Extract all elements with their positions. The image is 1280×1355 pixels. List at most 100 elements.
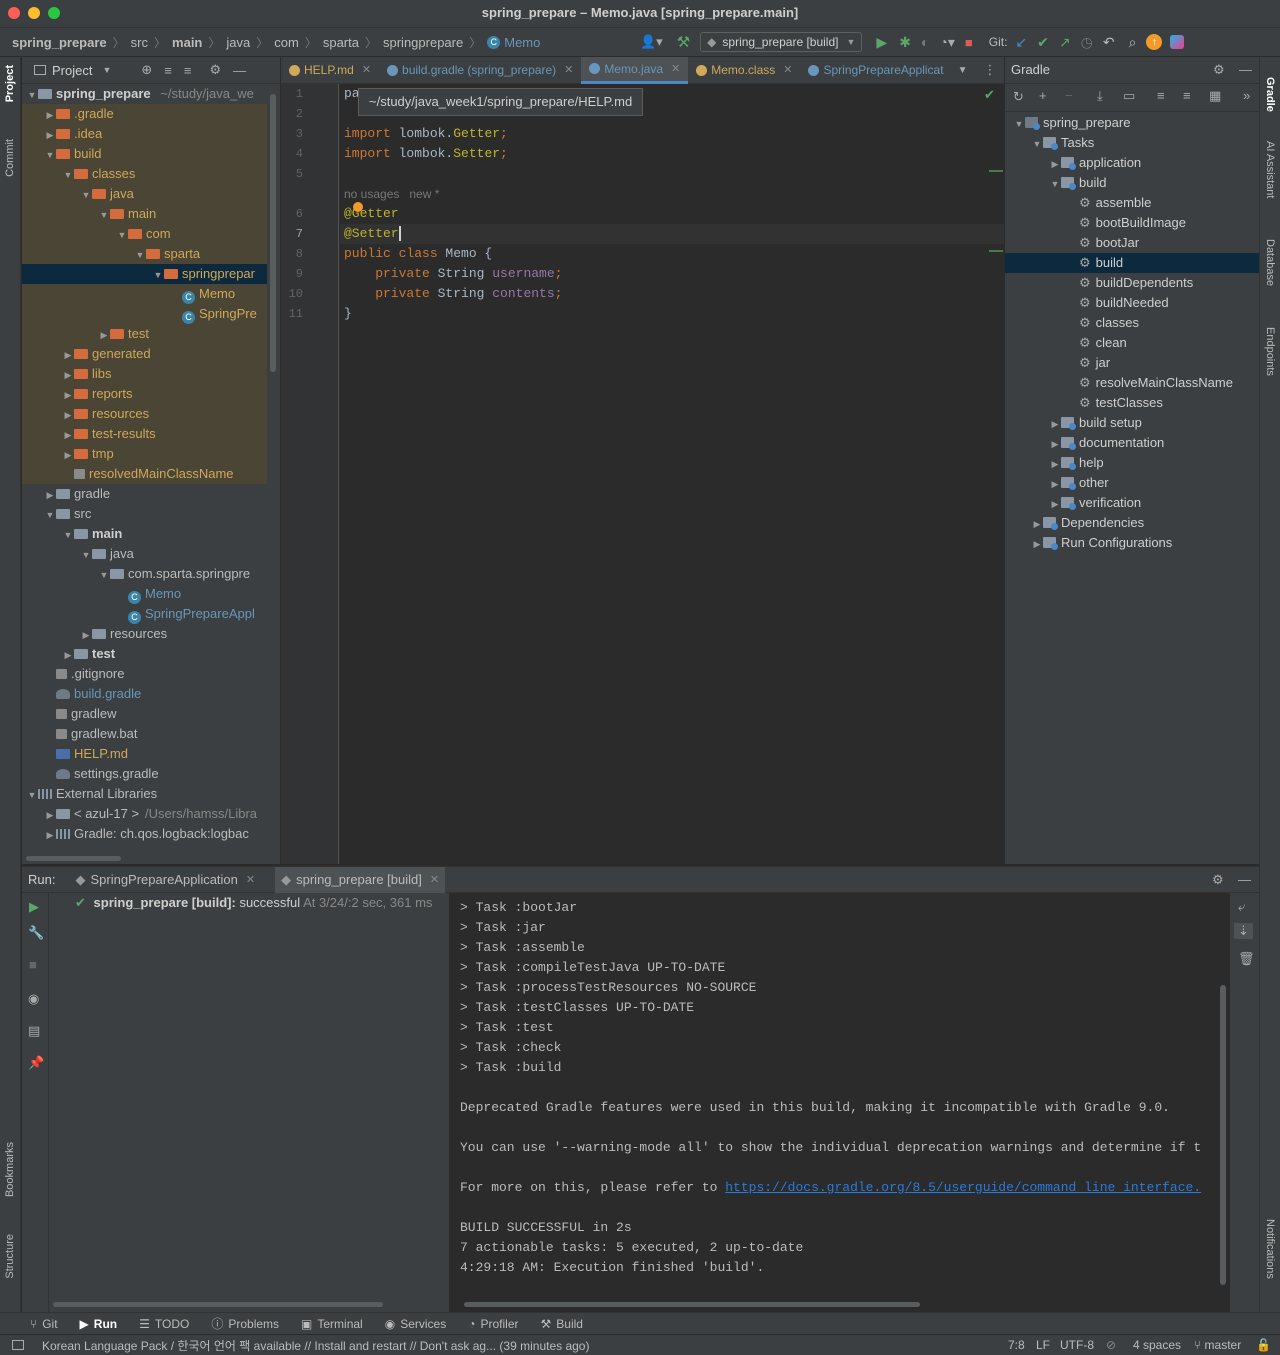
chevron-down-icon[interactable]: ▼: [44, 505, 56, 525]
rollback-icon[interactable]: ↶: [1103, 34, 1115, 51]
chevron-down-icon[interactable]: ▼: [152, 265, 164, 285]
hide-panel-icon[interactable]: —: [233, 63, 246, 78]
gradle-tree-item[interactable]: ⚙ testClasses: [1005, 393, 1259, 413]
collapse-all-icon[interactable]: ≡: [1183, 88, 1191, 103]
group-modules-icon[interactable]: ▦: [1209, 88, 1221, 104]
trash-icon[interactable]: 🗑: [1238, 951, 1255, 967]
gradle-tree-item[interactable]: ▶ Dependencies: [1005, 513, 1259, 533]
gradle-tree-item[interactable]: ⚙ build: [1005, 253, 1259, 273]
inspection-icon[interactable]: ⊘: [1106, 1338, 1116, 1352]
tree-item[interactable]: build.gradle: [22, 684, 267, 704]
chevron-right-icon[interactable]: ▶: [44, 125, 56, 145]
chevron-right-icon[interactable]: ▶: [1049, 474, 1061, 494]
close-icon[interactable]: ✕: [362, 57, 371, 84]
gradle-tree-item[interactable]: ▶ build setup: [1005, 413, 1259, 433]
hide-panel-icon[interactable]: —: [1239, 57, 1252, 83]
close-window-button[interactable]: [8, 7, 20, 19]
tree-item[interactable]: C Memo: [22, 284, 267, 304]
gradle-tree-item[interactable]: ⚙ bootJar: [1005, 233, 1259, 253]
project-hscrollbar[interactable]: [26, 856, 121, 861]
user-icon[interactable]: 👤▾: [640, 34, 663, 50]
run-tool-tab[interactable]: ▶ Run: [80, 1317, 118, 1331]
gradle-tree-item[interactable]: ▼ Tasks: [1005, 133, 1259, 153]
status-message[interactable]: Korean Language Pack / 한국어 언어 팩 availabl…: [42, 1337, 589, 1354]
toggle-offline-icon[interactable]: ▭: [1123, 88, 1135, 104]
gradle-tree-item[interactable]: ⚙ buildDependents: [1005, 273, 1259, 293]
breadcrumb-springprepare[interactable]: springprepare: [383, 35, 463, 50]
gradle-tree-item[interactable]: ⚙ bootBuildImage: [1005, 213, 1259, 233]
editor-tab[interactable]: HELP.md ✕: [281, 57, 379, 84]
reload-icon[interactable]: ↻: [1013, 89, 1024, 105]
gradle-tree-item[interactable]: ▶ application: [1005, 153, 1259, 173]
build-result-row[interactable]: ✔ spring_prepare [build]: successful At …: [75, 895, 432, 911]
breadcrumb-src[interactable]: src: [131, 35, 148, 50]
expand-all-icon[interactable]: ≡: [1157, 88, 1165, 103]
chevron-down-icon[interactable]: ▼: [26, 785, 38, 805]
breadcrumb-com[interactable]: com: [274, 35, 299, 50]
console-scrollbar[interactable]: [1220, 985, 1226, 1285]
run-config-select[interactable]: ◆ spring_prepare [build] ▼: [700, 32, 863, 52]
usage-hint[interactable]: no usages new *: [344, 187, 439, 201]
chevron-right-icon[interactable]: ▶: [80, 625, 92, 645]
wrench-icon[interactable]: 🔧: [28, 925, 44, 941]
profiler-tool-tab[interactable]: ◔ Profiler: [468, 1317, 518, 1331]
tree-item[interactable]: ▶ libs: [22, 364, 267, 384]
tree-item[interactable]: ▶ gradle: [22, 484, 267, 504]
gradle-tree-item[interactable]: ⚙ clean: [1005, 333, 1259, 353]
no-problems-check-icon[interactable]: ✔: [984, 88, 995, 103]
chevron-right-icon[interactable]: ▶: [44, 485, 56, 505]
chevron-down-icon[interactable]: ▼: [134, 245, 146, 265]
chevron-right-icon[interactable]: ▶: [62, 385, 74, 405]
chevron-down-icon[interactable]: ▼: [98, 205, 110, 225]
lock-icon[interactable]: 🔓: [1256, 1338, 1271, 1352]
commit-tool-button[interactable]: Commit: [4, 139, 16, 177]
gradle-tree-item[interactable]: ⚙ assemble: [1005, 193, 1259, 213]
project-view-label[interactable]: Project: [52, 63, 92, 78]
chevron-right-icon[interactable]: ▶: [1049, 434, 1061, 454]
tree-item[interactable]: gradlew.bat: [22, 724, 267, 744]
close-icon[interactable]: ✕: [430, 873, 439, 886]
tree-item[interactable]: ▼ External Libraries: [22, 784, 267, 804]
chevron-right-icon[interactable]: ▶: [62, 365, 74, 385]
gradle-tree-item[interactable]: ⚙ jar: [1005, 353, 1259, 373]
breadcrumb-project[interactable]: spring_prepare: [12, 35, 107, 50]
indent-setting[interactable]: 4 spaces: [1133, 1338, 1181, 1352]
tree-item[interactable]: ▼ springprepar: [22, 264, 267, 284]
run-tab-application[interactable]: ◆ SpringPrepareApplication ✕: [69, 867, 261, 893]
project-scrollbar[interactable]: [270, 94, 276, 372]
gradle-tree-item[interactable]: ▶ Run Configurations: [1005, 533, 1259, 553]
tree-item[interactable]: ▼ main: [22, 204, 267, 224]
debug-icon[interactable]: ✱: [899, 34, 911, 51]
tree-item[interactable]: ▼ main: [22, 524, 267, 544]
tree-item[interactable]: ▶ Gradle: ch.qos.logback:logbac: [22, 824, 267, 844]
tree-item[interactable]: gradlew: [22, 704, 267, 724]
search-icon[interactable]: ⌕: [1129, 34, 1137, 51]
git-branch[interactable]: ⑂ master: [1194, 1338, 1241, 1352]
tree-item[interactable]: .gitignore: [22, 664, 267, 684]
caret-position[interactable]: 7:8: [1008, 1338, 1025, 1352]
chevron-right-icon[interactable]: ▶: [1031, 514, 1043, 534]
scroll-to-end-icon[interactable]: ⇣: [1234, 923, 1253, 939]
tree-item[interactable]: C SpringPre: [22, 304, 267, 324]
run-tree-hscrollbar[interactable]: [53, 1302, 383, 1307]
toggle-panels-icon[interactable]: [12, 1340, 24, 1350]
chevron-right-icon[interactable]: ▶: [62, 405, 74, 425]
chevron-down-icon[interactable]: ▼: [44, 145, 56, 165]
tree-item[interactable]: ▼ sparta: [22, 244, 267, 264]
breadcrumb-memo[interactable]: Memo: [504, 35, 540, 50]
chevron-down-icon[interactable]: ▼: [98, 565, 110, 585]
chevron-right-icon[interactable]: ▶: [44, 105, 56, 125]
ai-assistant-tool-button[interactable]: AI Assistant: [1264, 141, 1276, 198]
remove-icon[interactable]: −: [1065, 88, 1073, 103]
collapse-all-icon[interactable]: ≡: [184, 63, 192, 78]
notifications-tool-button[interactable]: Notifications: [1264, 1219, 1276, 1279]
endpoints-tool-button[interactable]: Endpoints: [1264, 327, 1276, 376]
tree-item[interactable]: ▼ classes: [22, 164, 267, 184]
tree-item[interactable]: settings.gradle: [22, 764, 267, 784]
breadcrumb-sparta[interactable]: sparta: [323, 35, 359, 50]
rerun-icon[interactable]: ▶: [29, 899, 39, 915]
bookmarks-tool-button[interactable]: Bookmarks: [4, 1142, 16, 1197]
chevron-down-icon[interactable]: ▼: [102, 65, 111, 75]
tree-item[interactable]: ▶ tmp: [22, 444, 267, 464]
line-separator[interactable]: LF: [1036, 1338, 1050, 1352]
